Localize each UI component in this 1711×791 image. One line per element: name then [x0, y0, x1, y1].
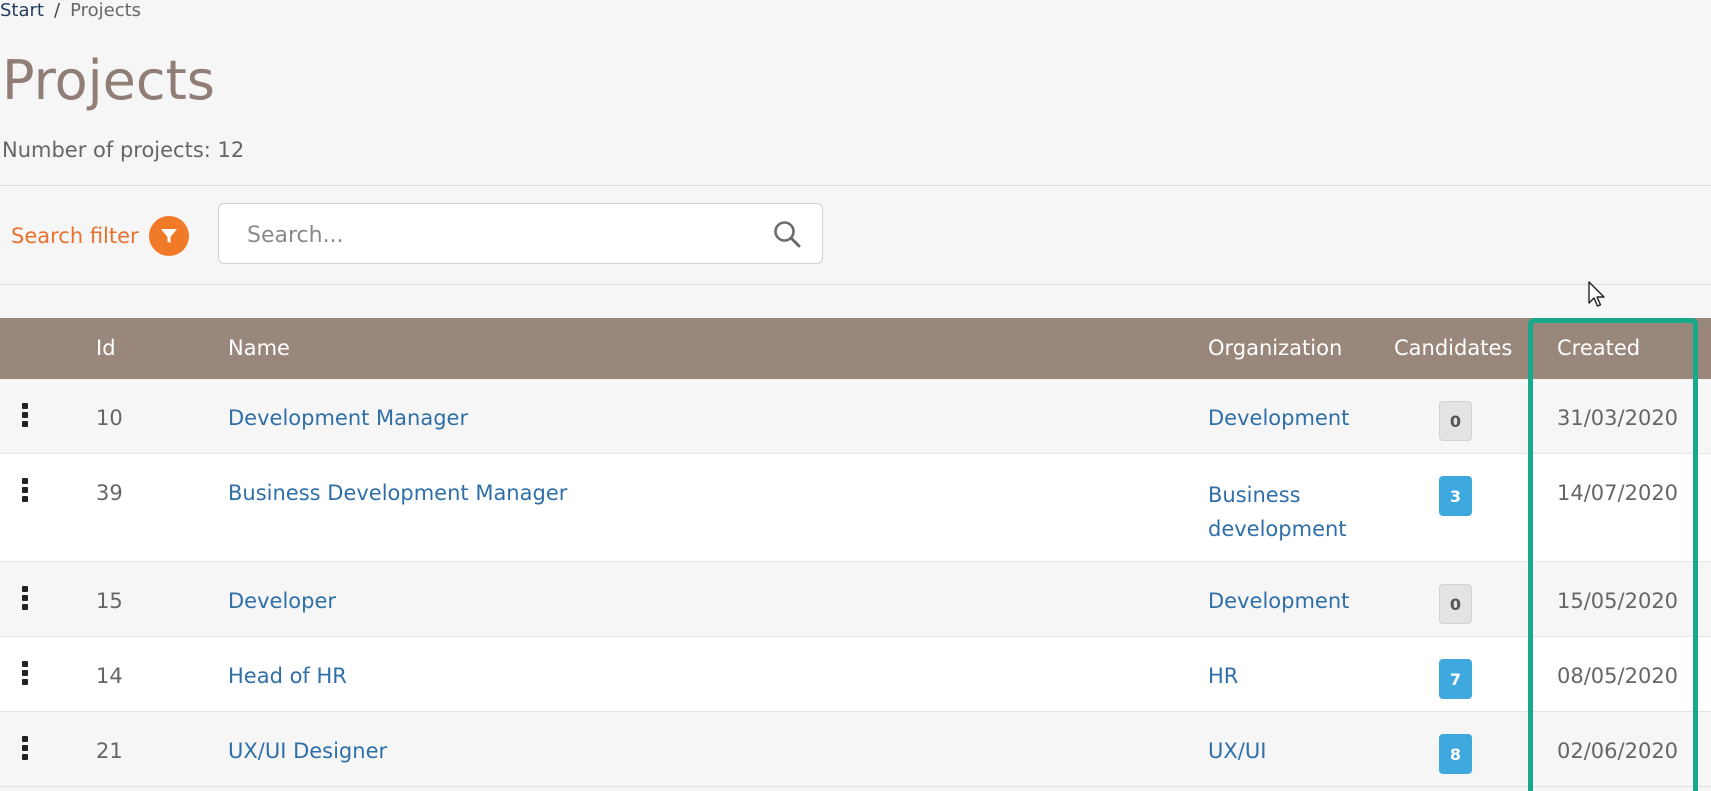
- search-filter-label: Search filter: [11, 224, 139, 248]
- row-name-link[interactable]: Head of HR: [228, 661, 347, 691]
- row-id: 39: [96, 481, 123, 505]
- table-row: 10 Development Manager Development 0 31/…: [0, 379, 1711, 454]
- projects-table: Id Name Organization Candidates Created …: [0, 318, 1711, 787]
- row-created-date: 02/06/2020: [1557, 739, 1679, 763]
- row-candidates-badge[interactable]: 8: [1439, 734, 1472, 774]
- row-actions-menu-icon[interactable]: [20, 586, 30, 614]
- divider-top: [0, 185, 1711, 186]
- row-created-date: 31/03/2020: [1557, 406, 1679, 430]
- projects-page: Start / Projects Projects Number of projec…: [0, 0, 1711, 791]
- page-title: Projects: [2, 49, 215, 112]
- row-created-date: 14/07/2020: [1557, 481, 1679, 505]
- table-header: Id Name Organization Candidates Created: [0, 318, 1711, 379]
- divider-bottom: [0, 284, 1711, 285]
- row-candidates-badge[interactable]: 3: [1439, 476, 1472, 516]
- search-input[interactable]: [245, 216, 749, 254]
- column-header-name[interactable]: Name: [228, 318, 290, 379]
- row-name-link[interactable]: Developer: [228, 586, 336, 616]
- row-id: 10: [96, 406, 123, 430]
- column-header-created[interactable]: Created: [1557, 318, 1640, 379]
- row-candidates-badge[interactable]: 0: [1439, 584, 1472, 624]
- search-box: [218, 203, 823, 264]
- row-organization-link[interactable]: Business development: [1208, 478, 1378, 546]
- table-row: 14 Head of HR HR 7 08/05/2020: [0, 637, 1711, 712]
- breadcrumb-separator: /: [53, 0, 61, 21]
- row-organization-link[interactable]: HR: [1208, 661, 1378, 691]
- row-candidates-badge[interactable]: 7: [1439, 659, 1472, 699]
- mouse-cursor-icon: [1588, 281, 1605, 307]
- row-actions-menu-icon[interactable]: [20, 736, 30, 764]
- row-organization-link[interactable]: Development: [1208, 586, 1378, 616]
- breadcrumb-current: Projects: [70, 0, 142, 21]
- table-row: 39 Business Development Manager Business…: [0, 454, 1711, 562]
- table-row: 21 UX/UI Designer UX/UI 8 02/06/2020: [0, 712, 1711, 787]
- row-actions-menu-icon[interactable]: [20, 403, 30, 431]
- search-filter-toggle[interactable]: Search filter: [11, 216, 189, 256]
- column-header-organization[interactable]: Organization: [1208, 318, 1342, 379]
- column-header-id[interactable]: Id: [96, 318, 116, 379]
- row-organization-link[interactable]: UX/UI: [1208, 736, 1378, 766]
- row-created-date: 08/05/2020: [1557, 664, 1679, 688]
- table-row: 15 Developer Development 0 15/05/2020: [0, 562, 1711, 637]
- row-candidates-badge[interactable]: 0: [1439, 401, 1472, 441]
- projects-count: Number of projects: 12: [2, 138, 245, 162]
- row-organization-link[interactable]: Development: [1208, 403, 1378, 433]
- filter-icon[interactable]: [148, 216, 189, 256]
- row-id: 14: [96, 664, 123, 688]
- row-actions-menu-icon[interactable]: [20, 661, 30, 689]
- row-actions-menu-icon[interactable]: [20, 478, 30, 506]
- row-created-date: 15/05/2020: [1557, 589, 1679, 613]
- row-name-link[interactable]: UX/UI Designer: [228, 736, 387, 766]
- row-id: 21: [96, 739, 123, 763]
- breadcrumb-start-link[interactable]: Start: [0, 0, 44, 21]
- breadcrumb: Start / Projects: [0, 0, 141, 22]
- row-name-link[interactable]: Business Development Manager: [228, 478, 567, 508]
- row-name-link[interactable]: Development Manager: [228, 403, 468, 433]
- search-icon[interactable]: [772, 219, 802, 249]
- column-header-candidates[interactable]: Candidates: [1394, 318, 1512, 379]
- row-id: 15: [96, 589, 123, 613]
